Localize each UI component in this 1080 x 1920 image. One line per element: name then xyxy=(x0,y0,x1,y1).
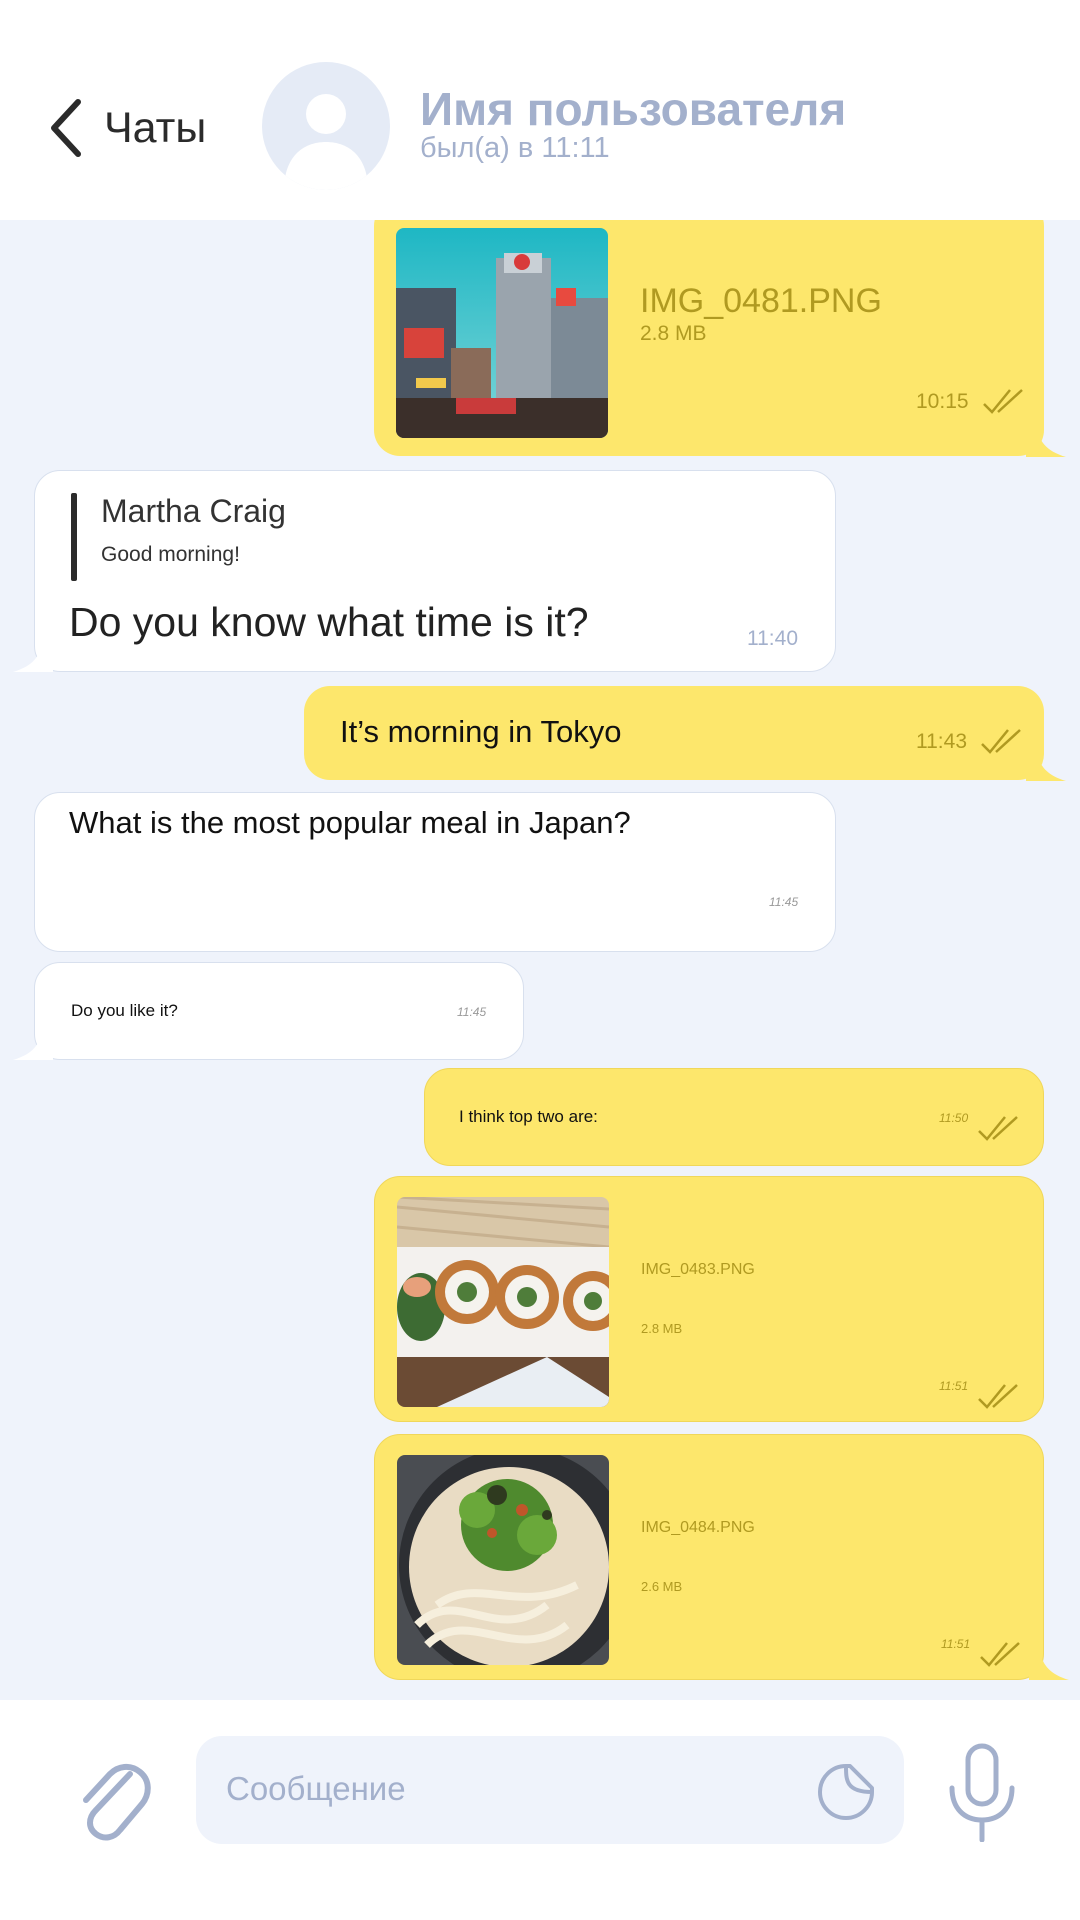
back-button[interactable]: Чаты xyxy=(46,98,206,158)
reply-text: Good morning! xyxy=(101,543,240,566)
message-text-in[interactable]: What is the most popular meal in Japan? … xyxy=(34,792,836,952)
message-text-out[interactable]: It’s morning in Tokyo 11:43 xyxy=(304,686,1066,781)
message-reply-in[interactable]: Martha Craig Good morning! Do you know w… xyxy=(13,470,836,672)
double-check-icon xyxy=(978,1384,1018,1409)
message-text: Do you know what time is it? xyxy=(69,599,589,645)
message-time: 11:43 xyxy=(916,730,967,753)
message-time: 11:40 xyxy=(747,627,798,650)
file-name: IMG_0481.PNG xyxy=(640,282,882,320)
message-text: Do you like it? xyxy=(71,1001,178,1020)
message-time: 11:51 xyxy=(939,1379,969,1393)
message-text: It’s morning in Tokyo xyxy=(340,714,622,749)
file-name: IMG_0483.PNG xyxy=(641,1261,755,1278)
reply-author: Martha Craig xyxy=(101,493,286,529)
double-check-icon xyxy=(983,389,1023,414)
message-text-in[interactable]: Do you like it? 11:45 xyxy=(13,962,524,1060)
file-size: 2.6 MB xyxy=(641,1579,683,1594)
contact-name[interactable]: Имя пользователя xyxy=(420,82,846,136)
bubble-tail xyxy=(13,638,53,672)
chat-header: Чаты Имя пользователя был(а) в 11:11 xyxy=(0,0,1080,220)
paperclip-icon[interactable] xyxy=(72,1752,152,1842)
double-check-icon xyxy=(980,1642,1020,1667)
image-thumbnail[interactable] xyxy=(396,228,608,438)
sticker-icon[interactable] xyxy=(816,1762,876,1822)
reply-quote-bar xyxy=(71,493,77,581)
chevron-left-icon xyxy=(51,99,81,157)
file-name: IMG_0484.PNG xyxy=(641,1519,755,1536)
message-composer xyxy=(0,1700,1080,1920)
bubble-tail xyxy=(1026,423,1066,457)
double-check-icon xyxy=(981,729,1021,754)
message-text: What is the most popular meal in Japan? xyxy=(69,805,631,840)
contact-last-seen: был(а) в 11:11 xyxy=(420,132,610,164)
message-time: 11:45 xyxy=(769,895,799,909)
message-input[interactable] xyxy=(226,1770,786,1808)
message-time: 11:51 xyxy=(941,1637,971,1651)
user-avatar-icon xyxy=(284,94,368,190)
message-input-box[interactable] xyxy=(196,1736,904,1844)
message-file-out[interactable]: IMG_0481.PNG 2.8 MB 10:15 xyxy=(374,220,1066,457)
bubble-tail xyxy=(1026,747,1066,781)
message-text: I think top two are: xyxy=(459,1107,598,1126)
image-thumbnail[interactable] xyxy=(397,1197,609,1407)
avatar[interactable] xyxy=(262,62,390,190)
microphone-icon[interactable] xyxy=(944,1742,1020,1842)
file-size: 2.8 MB xyxy=(641,1321,683,1336)
message-file-out[interactable]: IMG_0484.PNG 2.6 MB 11:51 xyxy=(374,1434,1069,1680)
image-thumbnail[interactable] xyxy=(397,1455,609,1665)
message-time: 10:15 xyxy=(916,390,969,413)
city-photo-icon xyxy=(396,228,608,438)
udon-photo-icon xyxy=(397,1455,609,1665)
message-time: 11:50 xyxy=(939,1111,969,1125)
bubble-tail xyxy=(13,1026,53,1060)
message-list[interactable]: IMG_0481.PNG 2.8 MB 10:15 Martha Craig G… xyxy=(0,220,1080,1700)
message-file-out[interactable]: IMG_0483.PNG 2.8 MB 11:51 xyxy=(374,1176,1044,1422)
file-size: 2.8 MB xyxy=(640,322,707,345)
double-check-icon xyxy=(978,1116,1018,1141)
back-button-label: Чаты xyxy=(104,103,207,152)
message-text-out[interactable]: I think top two are: 11:50 xyxy=(424,1068,1044,1166)
message-time: 11:45 xyxy=(457,1005,487,1019)
bubble-tail xyxy=(1029,1646,1069,1680)
sushi-photo-icon xyxy=(397,1197,609,1407)
